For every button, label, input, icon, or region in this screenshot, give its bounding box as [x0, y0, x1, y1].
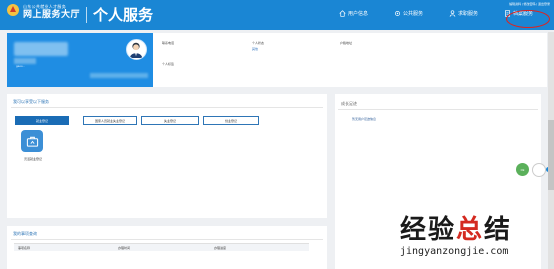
page-title: 个人服务: [93, 6, 154, 24]
nav-label: 公共服务: [402, 11, 423, 17]
service-item-label[interactable]: 灵活就业登记: [16, 157, 50, 161]
person-icon: [449, 10, 456, 17]
top-account-links[interactable]: 编辑资料 | 修改密码 | 退出登录: [509, 2, 550, 6]
home-icon: [339, 10, 346, 17]
nav-label: 用户信息: [347, 11, 368, 17]
watermark-text: 经验: [400, 215, 457, 245]
column-header-time: 办理时间: [118, 246, 131, 250]
tab-unemployment-registration[interactable]: 失业登记: [141, 116, 199, 125]
red-highlight-circle: [506, 10, 550, 28]
header-bar: 山东公共就业人才服务 网上服务大厅 个人服务 编辑资料 | 修改密码 | 退出登…: [0, 0, 554, 30]
nav-item-user-info[interactable]: 用户信息: [326, 10, 381, 17]
progress-panel-title: 我的事项查询: [13, 231, 37, 236]
services-panel: 我可以享受以下服务 就业登记 国家人员就业失业登记 失业登记 创业登记: [7, 94, 327, 218]
hukou-label: 户籍地址: [340, 41, 353, 45]
briefcase-icon: [26, 136, 38, 147]
growth-empty-message: 暂无用户足迹信息: [352, 117, 377, 121]
nav-item-public-service[interactable]: 公共服务: [381, 10, 436, 17]
watermark-text: 结: [484, 215, 513, 245]
tab-employment-registration[interactable]: 就业登记: [15, 116, 69, 125]
divider: [11, 107, 323, 108]
gear-icon: [395, 11, 400, 16]
column-header-item: 事项名称: [18, 246, 31, 250]
blurred-username: [14, 42, 68, 56]
services-panel-title: 我可以享受以下服务: [13, 99, 49, 104]
nav-label: 求职服务: [457, 11, 478, 17]
scrollbar-thumb[interactable]: [548, 120, 554, 190]
floating-service-icon[interactable]: [532, 163, 546, 177]
tab-national-registration[interactable]: 国家人员就业失业登记: [83, 116, 137, 125]
service-item-flexible-employment[interactable]: [21, 130, 43, 152]
profile-caption: gaoo...: [16, 64, 26, 68]
column-header-progress: 办理进度: [214, 246, 227, 250]
divider: [338, 109, 538, 110]
floating-chat-badge[interactable]: Ok: [516, 163, 529, 176]
site-logo-text[interactable]: 山东公共就业人才服务 网上服务大厅: [23, 4, 80, 21]
tags-label: 个人标签: [162, 62, 175, 66]
header-divider: [86, 7, 87, 23]
progress-table-header: 事项名称 办理时间 办理进度: [14, 243, 309, 251]
org-title: 网上服务大厅: [23, 10, 81, 20]
divider: [11, 239, 323, 240]
nav-item-job-service[interactable]: 求职服务: [436, 10, 491, 17]
avatar-person-icon: [129, 42, 143, 58]
avatar[interactable]: [126, 39, 147, 60]
growth-panel-title: 成长足迹: [341, 101, 357, 106]
watermark: 经验总结 jingyanzongjie.com: [400, 216, 550, 257]
logo-emblem-icon: [6, 3, 20, 17]
watermark-cn: 经验总结: [400, 216, 550, 244]
watermark-url: jingyanzongjie.com: [400, 246, 509, 257]
tab-startup-registration[interactable]: 创业登记: [203, 116, 259, 125]
watermark-text-red: 总: [456, 215, 485, 245]
person-status-label: 个人状态: [252, 41, 265, 45]
contact-label: 联系电话: [162, 41, 175, 45]
blurred-progress: [90, 73, 148, 78]
person-status-value: 其他: [252, 47, 259, 51]
